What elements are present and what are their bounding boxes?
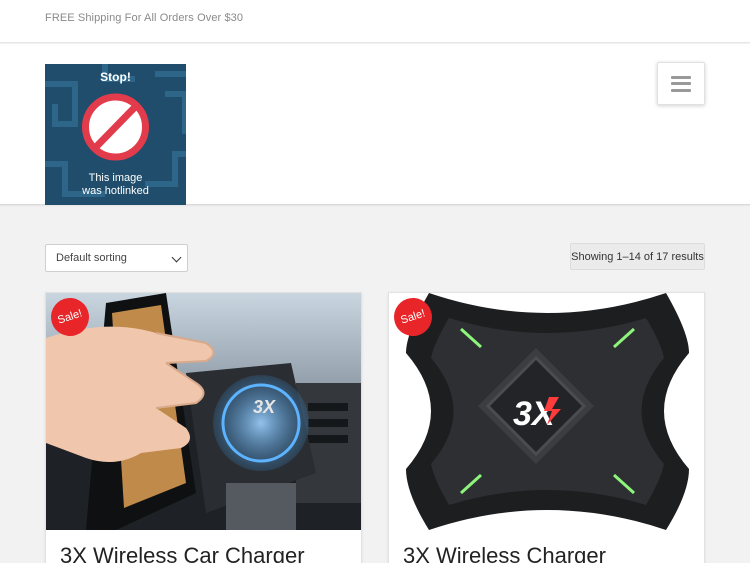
car-charger-brand: 3X (253, 397, 276, 417)
product-card[interactable]: Sale! 3X 3X Wireless Car Charger (45, 292, 362, 563)
sort-select-value: Default sorting (56, 252, 127, 264)
logo-line3: was hotlinked (81, 185, 149, 197)
product-title[interactable]: 3X Wireless Charger (403, 543, 606, 563)
top-bar: FREE Shipping For All Orders Over $30 (0, 0, 750, 43)
result-count: Showing 1–14 of 17 results (570, 243, 705, 270)
menu-toggle-button[interactable] (657, 62, 705, 105)
logo-line2: This image (89, 172, 143, 184)
hamburger-icon (671, 75, 691, 92)
product-card[interactable]: Sale! 3X 3X Wireless Charger (388, 292, 705, 563)
logo-stop-text: Stop! (100, 70, 131, 84)
site-header: Stop! This image was hotlinked (0, 44, 750, 205)
product-image[interactable]: 3X (46, 293, 361, 530)
shipping-promo: FREE Shipping For All Orders Over $30 (45, 12, 244, 24)
sort-select[interactable]: Default sorting (45, 244, 188, 272)
product-title[interactable]: 3X Wireless Car Charger (60, 543, 305, 563)
site-logo[interactable]: Stop! This image was hotlinked (45, 64, 186, 205)
product-image[interactable]: 3X (389, 293, 704, 530)
chevron-down-icon (171, 252, 182, 263)
